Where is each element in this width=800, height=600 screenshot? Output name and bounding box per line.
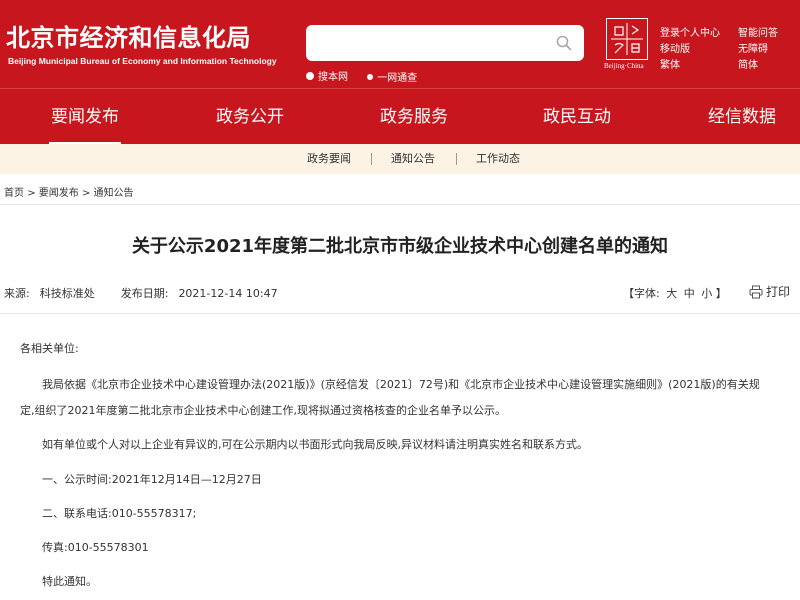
- nav-item-data[interactable]: 经信数据: [682, 89, 800, 145]
- breadcrumb-news[interactable]: 要闻发布: [39, 188, 79, 199]
- source-value: 科技标准处: [39, 287, 95, 300]
- print-label: 打印: [766, 285, 791, 299]
- breadcrumb-notices[interactable]: 通知公告: [94, 188, 134, 199]
- subnav-separator: [456, 153, 457, 165]
- capital-logo-icon: [611, 23, 643, 55]
- nav-item-gov-service[interactable]: 政务服务: [354, 89, 474, 145]
- font-size-small[interactable]: 小: [701, 287, 712, 300]
- breadcrumb: 首页 > 要闻发布 > 通知公告: [4, 184, 134, 199]
- date-value: 2021-12-14 10:47: [178, 287, 278, 300]
- source-label: 来源:: [4, 287, 30, 300]
- paragraph-objection: 如有单位或个人对以上企业有异议的,可在公示期内以书面形式向我局反映,异议材料请注…: [42, 438, 588, 451]
- top-links: 登录个人中心 智能问答 移动版 无障碍 繁体 简体: [660, 24, 800, 72]
- accessibility-link[interactable]: 无障碍: [738, 40, 768, 56]
- divider: [0, 204, 800, 205]
- capital-logo[interactable]: [606, 18, 648, 60]
- smart-qa-link[interactable]: 智能问答: [738, 24, 778, 40]
- search-input[interactable]: [306, 25, 584, 61]
- traditional-chinese-link[interactable]: 繁体: [660, 56, 738, 72]
- paragraph-phone: 二、联系电话:010-55578317;: [42, 507, 197, 520]
- font-size-label: 【字体:: [623, 287, 660, 300]
- subnav-separator: [371, 153, 372, 165]
- breadcrumb-home[interactable]: 首页: [4, 188, 24, 199]
- paragraph-main-line1: 我局依据《北京市企业技术中心建设管理办法(2021版)》(京经信发〔2021〕7…: [42, 378, 760, 391]
- printer-icon: [749, 285, 763, 298]
- radio-dot-icon: [367, 73, 374, 80]
- font-size-control: 【字体: 大 中 小 】: [623, 285, 727, 301]
- breadcrumb-separator: >: [27, 188, 39, 199]
- divider: [0, 313, 800, 314]
- search-icon[interactable]: [556, 35, 572, 51]
- print-button[interactable]: 打印: [749, 283, 790, 300]
- breadcrumb-separator: >: [81, 188, 94, 199]
- search-scope-all[interactable]: 一网通查: [367, 69, 417, 84]
- mobile-link[interactable]: 移动版: [660, 40, 738, 56]
- date-label: 发布日期:: [120, 287, 169, 300]
- nav-item-news[interactable]: 要闻发布: [25, 89, 145, 145]
- main-nav: 要闻发布 政务公开 政务服务 政民互动 经信数据: [0, 88, 800, 145]
- subnav-item-gov-news[interactable]: 政务要闻: [307, 144, 351, 174]
- nav-item-interaction[interactable]: 政民互动: [517, 89, 637, 145]
- logo-caption: Beijing·China: [604, 62, 644, 70]
- font-size-large[interactable]: 大: [666, 287, 677, 300]
- search-scope-site[interactable]: 搜本网: [306, 68, 348, 83]
- paragraph-period: 一、公示时间:2021年12月14日—12月27日: [42, 473, 262, 486]
- subnav-item-notices[interactable]: 通知公告: [391, 144, 435, 174]
- font-size-medium[interactable]: 中: [684, 287, 695, 300]
- paragraph-main-line2: 定,组织了2021年度第二批北京市企业技术中心创建工作,现将拟通过资格核查的企业…: [20, 404, 506, 417]
- nav-item-gov-open[interactable]: 政务公开: [190, 89, 310, 145]
- paragraph-closing: 特此通知。: [42, 575, 97, 588]
- sub-nav: 政务要闻 通知公告 工作动态: [0, 144, 800, 174]
- article-title: 关于公示2021年度第二批北京市市级企业技术中心创建名单的通知: [131, 236, 669, 257]
- subnav-item-work[interactable]: 工作动态: [476, 144, 520, 174]
- paragraph-fax: 传真:010-55578301: [42, 541, 149, 554]
- article-meta: 来源: 科技标准处 发布日期: 2021-12-14 10:47: [4, 285, 278, 301]
- site-subtitle: Beijing Municipal Bureau of Economy and …: [8, 56, 277, 66]
- login-link[interactable]: 登录个人中心: [660, 24, 738, 40]
- paragraph-salutation: 各相关单位:: [20, 342, 79, 355]
- font-size-close: 】: [715, 287, 727, 300]
- site-title[interactable]: 北京市经济和信息化局: [6, 18, 251, 53]
- simplified-chinese-link[interactable]: 简体: [738, 56, 758, 72]
- site-header: 北京市经济和信息化局 Beijing Municipal Bureau of E…: [0, 0, 800, 88]
- radio-checked-icon: [306, 71, 314, 80]
- search-scope-options: 搜本网 一网通查: [306, 68, 433, 84]
